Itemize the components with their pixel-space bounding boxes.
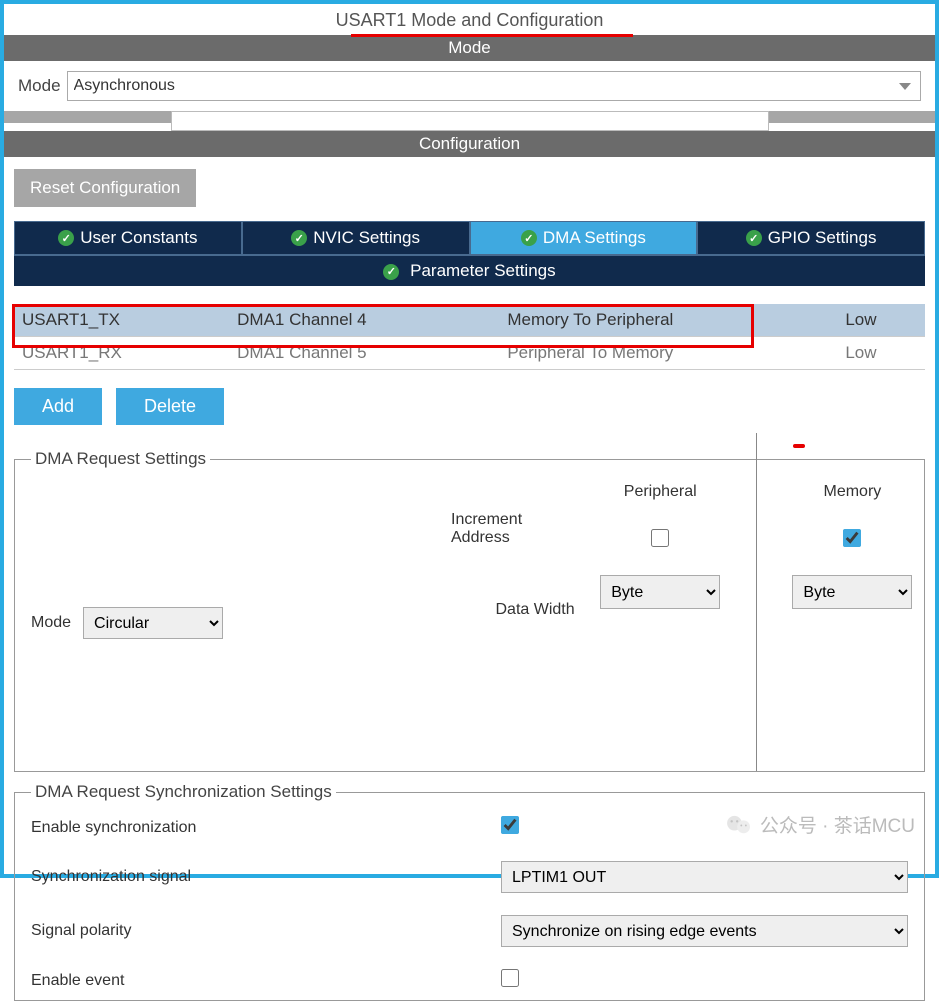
tab-label: User Constants — [80, 228, 197, 248]
cell-priority: Low — [837, 304, 925, 337]
title-underline-annotation — [351, 34, 633, 37]
cell-direction: Peripheral To Memory — [499, 337, 837, 370]
dma-request-settings-fieldset: DMA Request Settings Mode Circular Incre… — [14, 449, 925, 772]
peripheral-header: Peripheral — [624, 483, 697, 501]
dma-request-table: USART1_TX DMA1 Channel 4 Memory To Perip… — [14, 304, 925, 370]
red-annotation-mark — [793, 444, 805, 448]
tab-label: Parameter Settings — [410, 261, 556, 280]
reset-configuration-button[interactable]: Reset Configuration — [14, 169, 196, 207]
tab-label: GPIO Settings — [768, 228, 877, 248]
mode-select-wrap[interactable] — [67, 71, 921, 101]
signal-polarity-label: Signal polarity — [31, 922, 501, 940]
page-title: USART1 Mode and Configuration — [4, 4, 935, 35]
sync-signal-label: Synchronization signal — [31, 868, 501, 886]
tab-label: DMA Settings — [543, 228, 646, 248]
check-icon: ✓ — [521, 230, 537, 246]
table-buttons-row: Add Delete — [14, 370, 925, 443]
signal-polarity-select[interactable]: Synchronize on rising edge events — [501, 915, 908, 947]
increment-address-label: Increment Address — [451, 511, 575, 547]
mode-label: Mode — [18, 76, 61, 96]
page-title-text: USART1 Mode and Configuration — [336, 10, 604, 30]
tab-nvic-settings[interactable]: ✓ NVIC Settings — [242, 221, 470, 255]
vertical-divider — [756, 433, 757, 771]
peripheral-data-width-select[interactable]: Byte — [600, 575, 720, 609]
cell-request: USART1_TX — [14, 304, 229, 337]
mode-section-header: Mode — [4, 35, 935, 61]
enable-event-checkbox[interactable] — [501, 969, 519, 987]
enable-event-label: Enable event — [31, 972, 501, 990]
mode-row: Mode — [4, 61, 935, 111]
peripheral-increment-checkbox[interactable] — [651, 529, 669, 547]
mode-select[interactable] — [67, 71, 921, 101]
dma-sync-settings-legend: DMA Request Synchronization Settings — [31, 782, 336, 802]
enable-sync-label: Enable synchronization — [31, 819, 501, 837]
configuration-section-header: Configuration — [4, 131, 935, 157]
cell-channel: DMA1 Channel 5 — [229, 337, 499, 370]
data-width-label: Data Width — [496, 575, 575, 619]
table-row[interactable]: USART1_TX DMA1 Channel 4 Memory To Perip… — [14, 304, 925, 337]
dma-request-settings-legend: DMA Request Settings — [31, 449, 210, 469]
check-icon: ✓ — [746, 230, 762, 246]
memory-header: Memory — [824, 483, 882, 501]
check-icon: ✓ — [58, 230, 74, 246]
check-icon: ✓ — [383, 264, 399, 280]
cell-request: USART1_RX — [14, 337, 229, 370]
memory-data-width-select[interactable]: Byte — [792, 575, 912, 609]
add-button[interactable]: Add — [14, 388, 102, 425]
dma-mode-row: Mode Circular — [31, 483, 451, 763]
tabs-row: ✓ User Constants ✓ NVIC Settings ✓ DMA S… — [14, 221, 925, 255]
enable-sync-checkbox[interactable] — [501, 816, 519, 834]
empty-subfield[interactable] — [171, 111, 769, 131]
sync-signal-select[interactable]: LPTIM1 OUT — [501, 861, 908, 893]
cell-channel: DMA1 Channel 4 — [229, 304, 499, 337]
dma-sync-settings-fieldset: DMA Request Synchronization Settings Ena… — [14, 782, 925, 1001]
tab-gpio-settings[interactable]: ✓ GPIO Settings — [697, 221, 925, 255]
cell-priority: Low — [837, 337, 925, 370]
cell-direction: Memory To Peripheral — [499, 304, 837, 337]
dma-mode-select[interactable]: Circular — [83, 607, 223, 639]
dma-mode-label: Mode — [31, 614, 71, 632]
tab-user-constants[interactable]: ✓ User Constants — [14, 221, 242, 255]
check-icon: ✓ — [291, 230, 307, 246]
memory-increment-checkbox[interactable] — [843, 529, 861, 547]
tab-dma-settings[interactable]: ✓ DMA Settings — [470, 221, 698, 255]
table-row[interactable]: USART1_RX DMA1 Channel 5 Peripheral To M… — [14, 337, 925, 370]
tab-parameter-settings[interactable]: ✓ Parameter Settings — [14, 255, 925, 286]
delete-button[interactable]: Delete — [116, 388, 224, 425]
tab-label: NVIC Settings — [313, 228, 420, 248]
